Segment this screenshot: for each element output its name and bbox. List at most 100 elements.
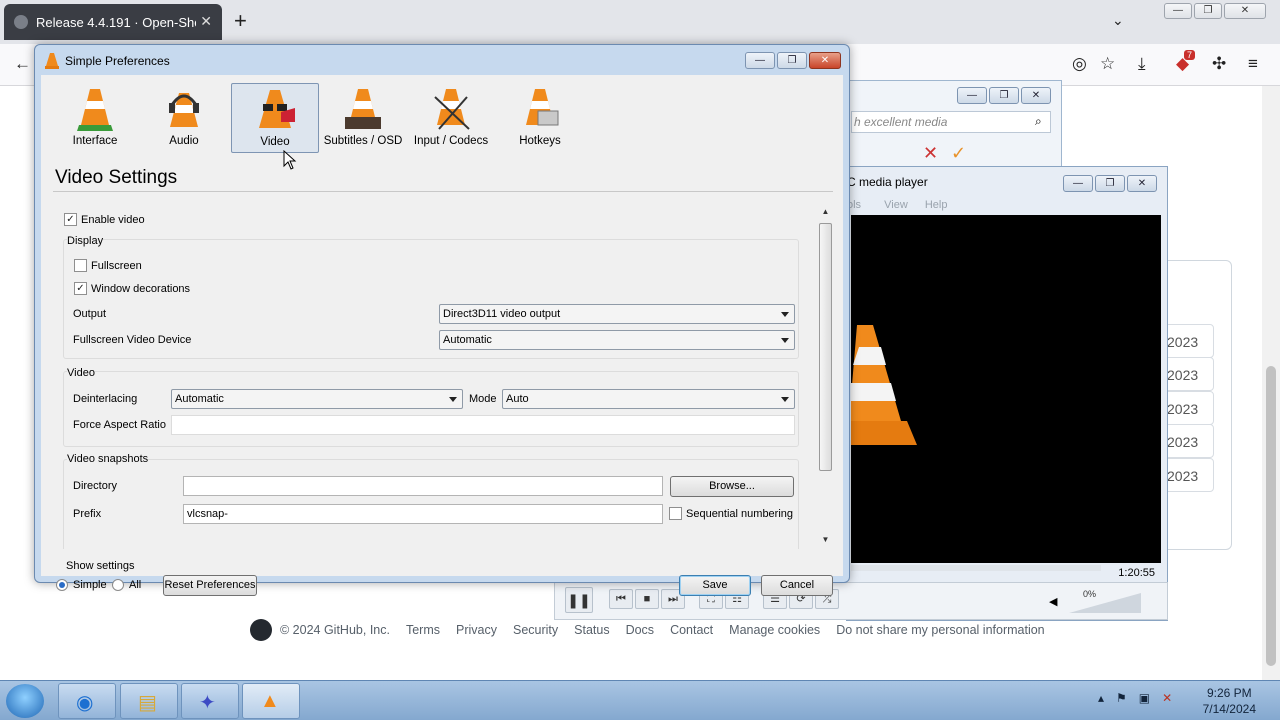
- category-interface[interactable]: Interface: [51, 83, 139, 153]
- footer-link-do-not-share[interactable]: Do not share my personal information: [836, 623, 1044, 637]
- playlist-minimize-button[interactable]: —: [957, 87, 987, 104]
- window-decorations-checkbox[interactable]: ✓: [74, 282, 87, 295]
- previous-button[interactable]: ⏮: [609, 589, 633, 609]
- prefix-input[interactable]: vlcsnap-: [183, 504, 663, 524]
- category-audio[interactable]: Audio: [140, 83, 228, 153]
- folder-icon: ▤: [138, 692, 157, 714]
- player-close-button[interactable]: ✕: [1127, 175, 1157, 192]
- checkmark-icon[interactable]: ✓: [951, 143, 966, 164]
- volume-muted-icon[interactable]: ✕: [1162, 691, 1172, 705]
- reset-preferences-button[interactable]: Reset Preferences: [163, 575, 257, 596]
- search-icon[interactable]: ⌕: [1035, 114, 1042, 129]
- playlist-close-button[interactable]: ✕: [1021, 87, 1051, 104]
- browse-button[interactable]: Browse...: [670, 476, 794, 497]
- bookmark-star-icon[interactable]: ☆: [1100, 54, 1115, 74]
- menu-view[interactable]: View: [884, 199, 908, 211]
- pause-button[interactable]: ❚❚: [565, 587, 593, 613]
- tray-expand-icon[interactable]: ▴: [1098, 691, 1104, 705]
- taskbar-vlc[interactable]: ▲: [242, 683, 300, 719]
- player-menu-bar: ols View Help: [847, 199, 947, 211]
- video-glasses-cone-icon: [259, 90, 295, 128]
- vlc-media-player-window: C media player — ❐ ✕ ols View Help 1:20:…: [846, 166, 1168, 621]
- settings-scrollbar[interactable]: ▲ ▼: [817, 203, 834, 551]
- system-tray: ▴ ⚑ ▣ ✕: [1098, 691, 1172, 705]
- tab-list-chevron-icon[interactable]: ⌄: [1112, 12, 1124, 29]
- footer-link-terms[interactable]: Terms: [406, 623, 440, 637]
- browser-maximize-button[interactable]: ❐: [1194, 3, 1222, 19]
- output-select[interactable]: Direct3D11 video output: [439, 304, 795, 324]
- dialog-close-button[interactable]: ✕: [809, 52, 841, 69]
- extensions-puzzle-icon[interactable]: ✣: [1212, 54, 1226, 74]
- network-icon[interactable]: ▣: [1139, 691, 1150, 705]
- start-button[interactable]: [6, 684, 44, 718]
- footer-link-docs[interactable]: Docs: [626, 623, 654, 637]
- mode-select[interactable]: Auto: [502, 389, 795, 409]
- fingerprint-icon[interactable]: ◎: [1072, 54, 1087, 74]
- menu-help[interactable]: Help: [925, 199, 948, 211]
- simple-radio-label: Simple: [73, 579, 107, 591]
- playlist-search-input[interactable]: h excellent media: [851, 111, 1051, 133]
- vlc-playlist-window-controls: — ❐ ✕: [957, 87, 1051, 104]
- fullscreen-checkbox[interactable]: [74, 259, 87, 272]
- all-radio[interactable]: [112, 579, 124, 591]
- stop-button[interactable]: ■: [635, 589, 659, 609]
- browser-minimize-button[interactable]: —: [1164, 3, 1192, 19]
- settings-scrollbar-thumb[interactable]: [819, 223, 832, 471]
- enable-video-checkbox[interactable]: ✓: [64, 213, 77, 226]
- footer-link-security[interactable]: Security: [513, 623, 558, 637]
- category-input-codecs[interactable]: Input / Codecs: [407, 83, 495, 153]
- window-decorations-label: Window decorations: [91, 283, 191, 295]
- force-aspect-ratio-input[interactable]: [171, 415, 795, 435]
- asset-date: 2023: [1160, 424, 1214, 458]
- hamburger-menu-icon[interactable]: ≡: [1248, 54, 1258, 74]
- section-title: Video Settings: [55, 167, 178, 188]
- dialog-maximize-button[interactable]: ❐: [777, 52, 807, 69]
- scroll-down-arrow-icon[interactable]: ▼: [820, 535, 831, 544]
- speaker-icon[interactable]: ◀: [1049, 595, 1057, 608]
- category-subtitles-osd[interactable]: Subtitles / OSD: [319, 83, 407, 153]
- delete-x-icon[interactable]: ✕: [923, 143, 938, 164]
- deinterlacing-select[interactable]: Automatic: [171, 389, 463, 409]
- sequential-numbering-checkbox[interactable]: [669, 507, 682, 520]
- dialog-window-controls: — ❐ ✕: [745, 52, 841, 69]
- new-tab-button[interactable]: +: [234, 8, 247, 34]
- playlist-maximize-button[interactable]: ❐: [989, 87, 1019, 104]
- action-center-flag-icon[interactable]: ⚑: [1116, 691, 1127, 705]
- asset-date: 2023: [1160, 458, 1214, 492]
- seek-bar[interactable]: [851, 565, 1101, 571]
- scroll-up-arrow-icon[interactable]: ▲: [820, 207, 831, 216]
- mode-label: Mode: [469, 393, 497, 405]
- directory-input[interactable]: [183, 476, 663, 496]
- player-maximize-button[interactable]: ❐: [1095, 175, 1125, 192]
- tab-close-icon[interactable]: ✕: [200, 13, 212, 30]
- volume-slider[interactable]: [1069, 593, 1141, 613]
- chevron-down-icon: [781, 338, 789, 343]
- taskbar-app[interactable]: ✦: [181, 683, 239, 719]
- taskbar-clock[interactable]: 9:26 PM 7/14/2024: [1203, 685, 1256, 717]
- browser-close-button[interactable]: ✕: [1224, 3, 1266, 19]
- page-scrollbar[interactable]: [1262, 86, 1280, 680]
- category-video[interactable]: Video: [231, 83, 319, 153]
- category-hotkeys[interactable]: Hotkeys: [496, 83, 584, 153]
- cancel-button[interactable]: Cancel: [761, 575, 833, 596]
- back-arrow-icon[interactable]: ←: [14, 54, 31, 74]
- extension-badge: 7: [1184, 50, 1196, 60]
- browser-tab-active[interactable]: Release 4.4.191 · Open-Shell/Op ✕: [4, 4, 222, 40]
- footer-link-status[interactable]: Status: [574, 623, 609, 637]
- footer-link-contact[interactable]: Contact: [670, 623, 713, 637]
- player-minimize-button[interactable]: —: [1063, 175, 1093, 192]
- simple-radio[interactable]: [56, 579, 68, 591]
- page-scrollbar-thumb[interactable]: [1266, 366, 1276, 666]
- footer-link-privacy[interactable]: Privacy: [456, 623, 497, 637]
- vlc-cone-logo-icon: [851, 325, 917, 445]
- fullscreen-device-select[interactable]: Automatic: [439, 330, 795, 350]
- input-codecs-cone-icon: [434, 89, 470, 130]
- taskbar-browser[interactable]: ◉: [58, 683, 116, 719]
- save-button[interactable]: Save: [679, 575, 751, 596]
- taskbar-explorer[interactable]: ▤: [120, 683, 178, 719]
- dialog-minimize-button[interactable]: —: [745, 52, 775, 69]
- video-display-area[interactable]: [851, 215, 1161, 563]
- footer-link-manage-cookies[interactable]: Manage cookies: [729, 623, 820, 637]
- vlc-playlist-window: — ❐ ✕ h excellent media ⌕ ✕ ✓: [846, 80, 1062, 170]
- download-icon[interactable]: ⤓: [1138, 54, 1146, 74]
